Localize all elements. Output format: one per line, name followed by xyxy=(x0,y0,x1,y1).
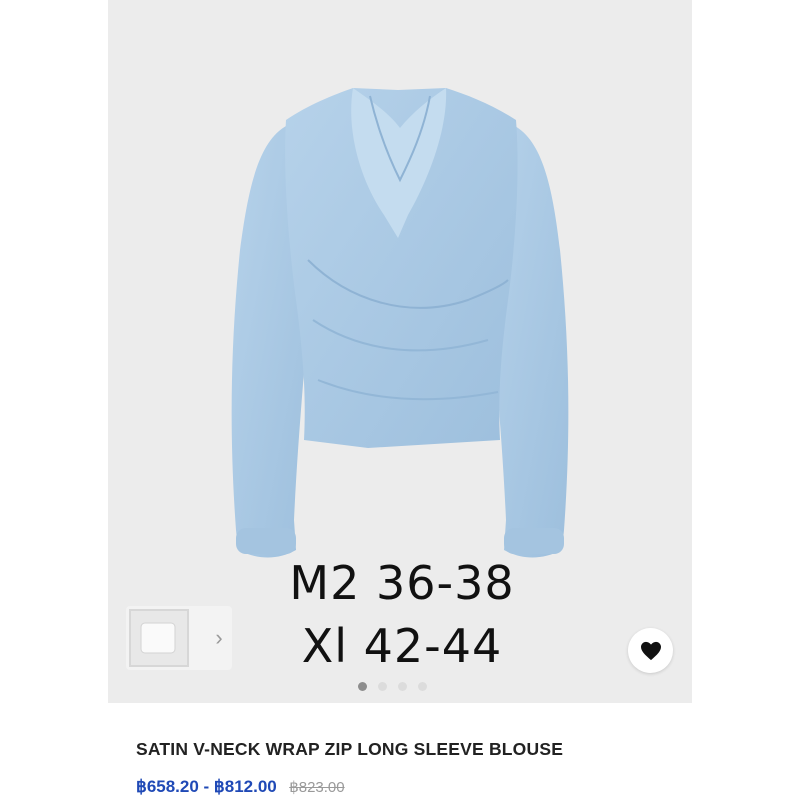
carousel-dot-3[interactable] xyxy=(398,682,407,691)
size-label-line2: Xl 42-44 xyxy=(301,619,503,673)
price-range: ฿658.20 - ฿812.00 xyxy=(136,777,277,796)
original-price: ฿823.00 xyxy=(289,779,345,796)
product-image-gallery[interactable]: M2 36-38 Xl 42-44 › xyxy=(108,0,692,703)
carousel-dot-4[interactable] xyxy=(418,682,427,691)
chevron-right-icon[interactable]: › xyxy=(206,606,232,670)
carousel-dot-2[interactable] xyxy=(378,682,387,691)
carousel-indicator xyxy=(358,682,427,691)
product-title: SATIN V-NECK WRAP ZIP LONG SLEEVE BLOUSE xyxy=(136,739,564,759)
thumbnail-strip: › xyxy=(126,606,232,670)
thumbnail-preview-icon xyxy=(140,622,176,654)
carousel-dot-1[interactable] xyxy=(358,682,367,691)
thumbnail-image[interactable] xyxy=(129,609,189,667)
heart-icon xyxy=(640,641,661,660)
size-label-line1: M2 36-38 xyxy=(289,556,515,610)
price-row: ฿658.20 - ฿812.00 ฿823.00 xyxy=(136,777,345,797)
favorite-button[interactable] xyxy=(628,628,673,673)
